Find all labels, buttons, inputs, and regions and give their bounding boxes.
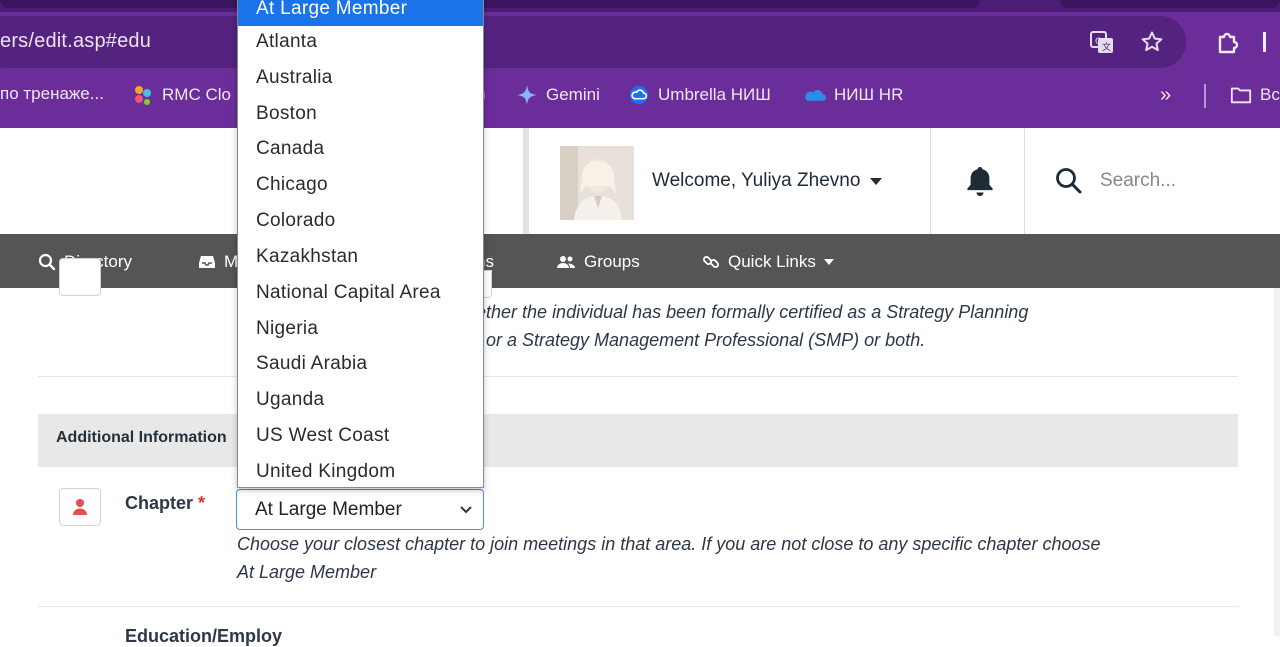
bookmark-item[interactable]: по тренаже... [0,84,104,104]
dropdown-option[interactable]: Kazakhstan [238,239,483,274]
link-icon [703,256,719,268]
search-input[interactable] [1100,166,1270,196]
menu-dots-icon[interactable] [1258,28,1272,56]
bookmark-label: Umbrella НИШ [658,85,771,104]
bookmark-item[interactable]: Gemini [516,84,600,106]
section-title: Additional Information [56,429,227,446]
nav-item-quick-links[interactable]: Quick Links [702,252,834,272]
bookmark-separator [1204,84,1206,108]
dropdown-option[interactable]: Colorado [238,203,483,238]
chapter-help-line1: Choose your closest chapter to join meet… [237,534,1101,554]
chapter-select-value: At Large Member [255,498,402,520]
field-icon-box [59,488,101,526]
dropdown-option[interactable]: National Capital Area [238,275,483,310]
field-divider [38,606,1238,607]
dropdown-option[interactable]: Atlanta [238,24,483,59]
tab-active[interactable] [0,0,980,8]
svg-text:G: G [1095,37,1102,47]
search-icon [38,253,56,271]
nav-item-groups[interactable]: Groups [556,252,640,272]
chapter-dropdown-list: At Large Member Atlanta Australia Boston… [237,0,484,488]
welcome-text: Welcome, Yuliya Zhevno [652,170,861,191]
star-bookmark-icon[interactable] [1138,28,1166,56]
chapter-help-line2: At Large Member [237,562,377,582]
cloud-outline-icon [628,84,650,106]
field-divider [38,376,1238,377]
address-bar[interactable] [0,16,1186,68]
dropdown-option[interactable]: Nigeria [238,311,483,346]
certification-help-line2: or a Strategy Management Professional (S… [486,330,926,350]
bookmark-item[interactable]: RMC Clo [132,84,231,106]
address-url[interactable]: ers/edit.asp#edu [0,30,151,53]
header-divider [523,128,529,234]
bookmark-label: по тренаже... [0,84,104,103]
chapter-label-text: Chapter [125,493,194,513]
user-menu-button[interactable]: Welcome, Yuliya Zhevno [652,170,883,192]
gemini-sparkle-icon [516,84,538,106]
dropdown-option[interactable]: At Large Member [238,0,483,26]
dropdown-option[interactable]: United Kingdom [238,454,483,489]
bookmark-item[interactable]: НИШ HR [804,84,903,106]
avatar[interactable] [560,146,634,220]
nav-item-messages[interactable]: M [198,252,238,272]
rmc-dots-icon [132,84,154,106]
extensions-icon[interactable] [1214,28,1242,56]
nav-label: Groups [584,252,640,271]
dropdown-option[interactable]: US West Coast [238,418,483,453]
chevron-down-icon [460,506,472,514]
main-nav [0,234,1280,288]
nav-label: Quick Links [728,252,816,271]
caret-down-icon [823,259,834,265]
header-divider [930,128,931,234]
page-scrollbar[interactable] [1274,288,1280,636]
chapter-select[interactable]: At Large Member [236,489,484,530]
chapter-label: Chapter * [125,493,205,514]
site-header [0,128,1280,234]
dropdown-option[interactable]: Australia [238,60,483,95]
bell-icon[interactable] [964,164,996,198]
bookmark-label: RMC Clo [162,85,231,104]
bookmark-folder[interactable]: Bc [1230,84,1280,106]
more-bookmarks-label: » [1160,84,1172,106]
groups-icon [557,256,575,268]
field-icon-box [59,258,101,296]
tab-other[interactable] [1060,0,1280,8]
header-divider [1024,128,1025,234]
search-icon[interactable] [1054,166,1084,196]
dropdown-option[interactable]: Chicago [238,167,483,202]
more-bookmarks-button[interactable]: » [1160,84,1171,107]
dropdown-option[interactable]: Canada [238,131,483,166]
svg-text:文: 文 [1102,41,1111,53]
inbox-icon [199,256,215,268]
caret-down-icon [870,177,883,185]
dropdown-option[interactable]: Saudi Arabia [238,346,483,381]
dropdown-option[interactable]: Uganda [238,382,483,417]
dropdown-option[interactable]: Boston [238,96,483,131]
onedrive-cloud-icon [804,84,826,106]
bookmark-label: Gemini [546,85,600,104]
required-mark: * [198,493,206,513]
tab-strip [0,0,1280,12]
education-label: Education/Employ [125,626,283,646]
bookmark-label: НИШ HR [834,85,904,104]
bookmark-item[interactable]: Umbrella НИШ [628,84,771,106]
folder-icon [1230,84,1252,106]
bookmark-label: Bc [1260,85,1280,104]
translate-icon[interactable]: G文 [1088,28,1116,56]
user-icon [73,499,87,515]
certification-help-line1: hether the individual has been formally … [466,302,1029,322]
